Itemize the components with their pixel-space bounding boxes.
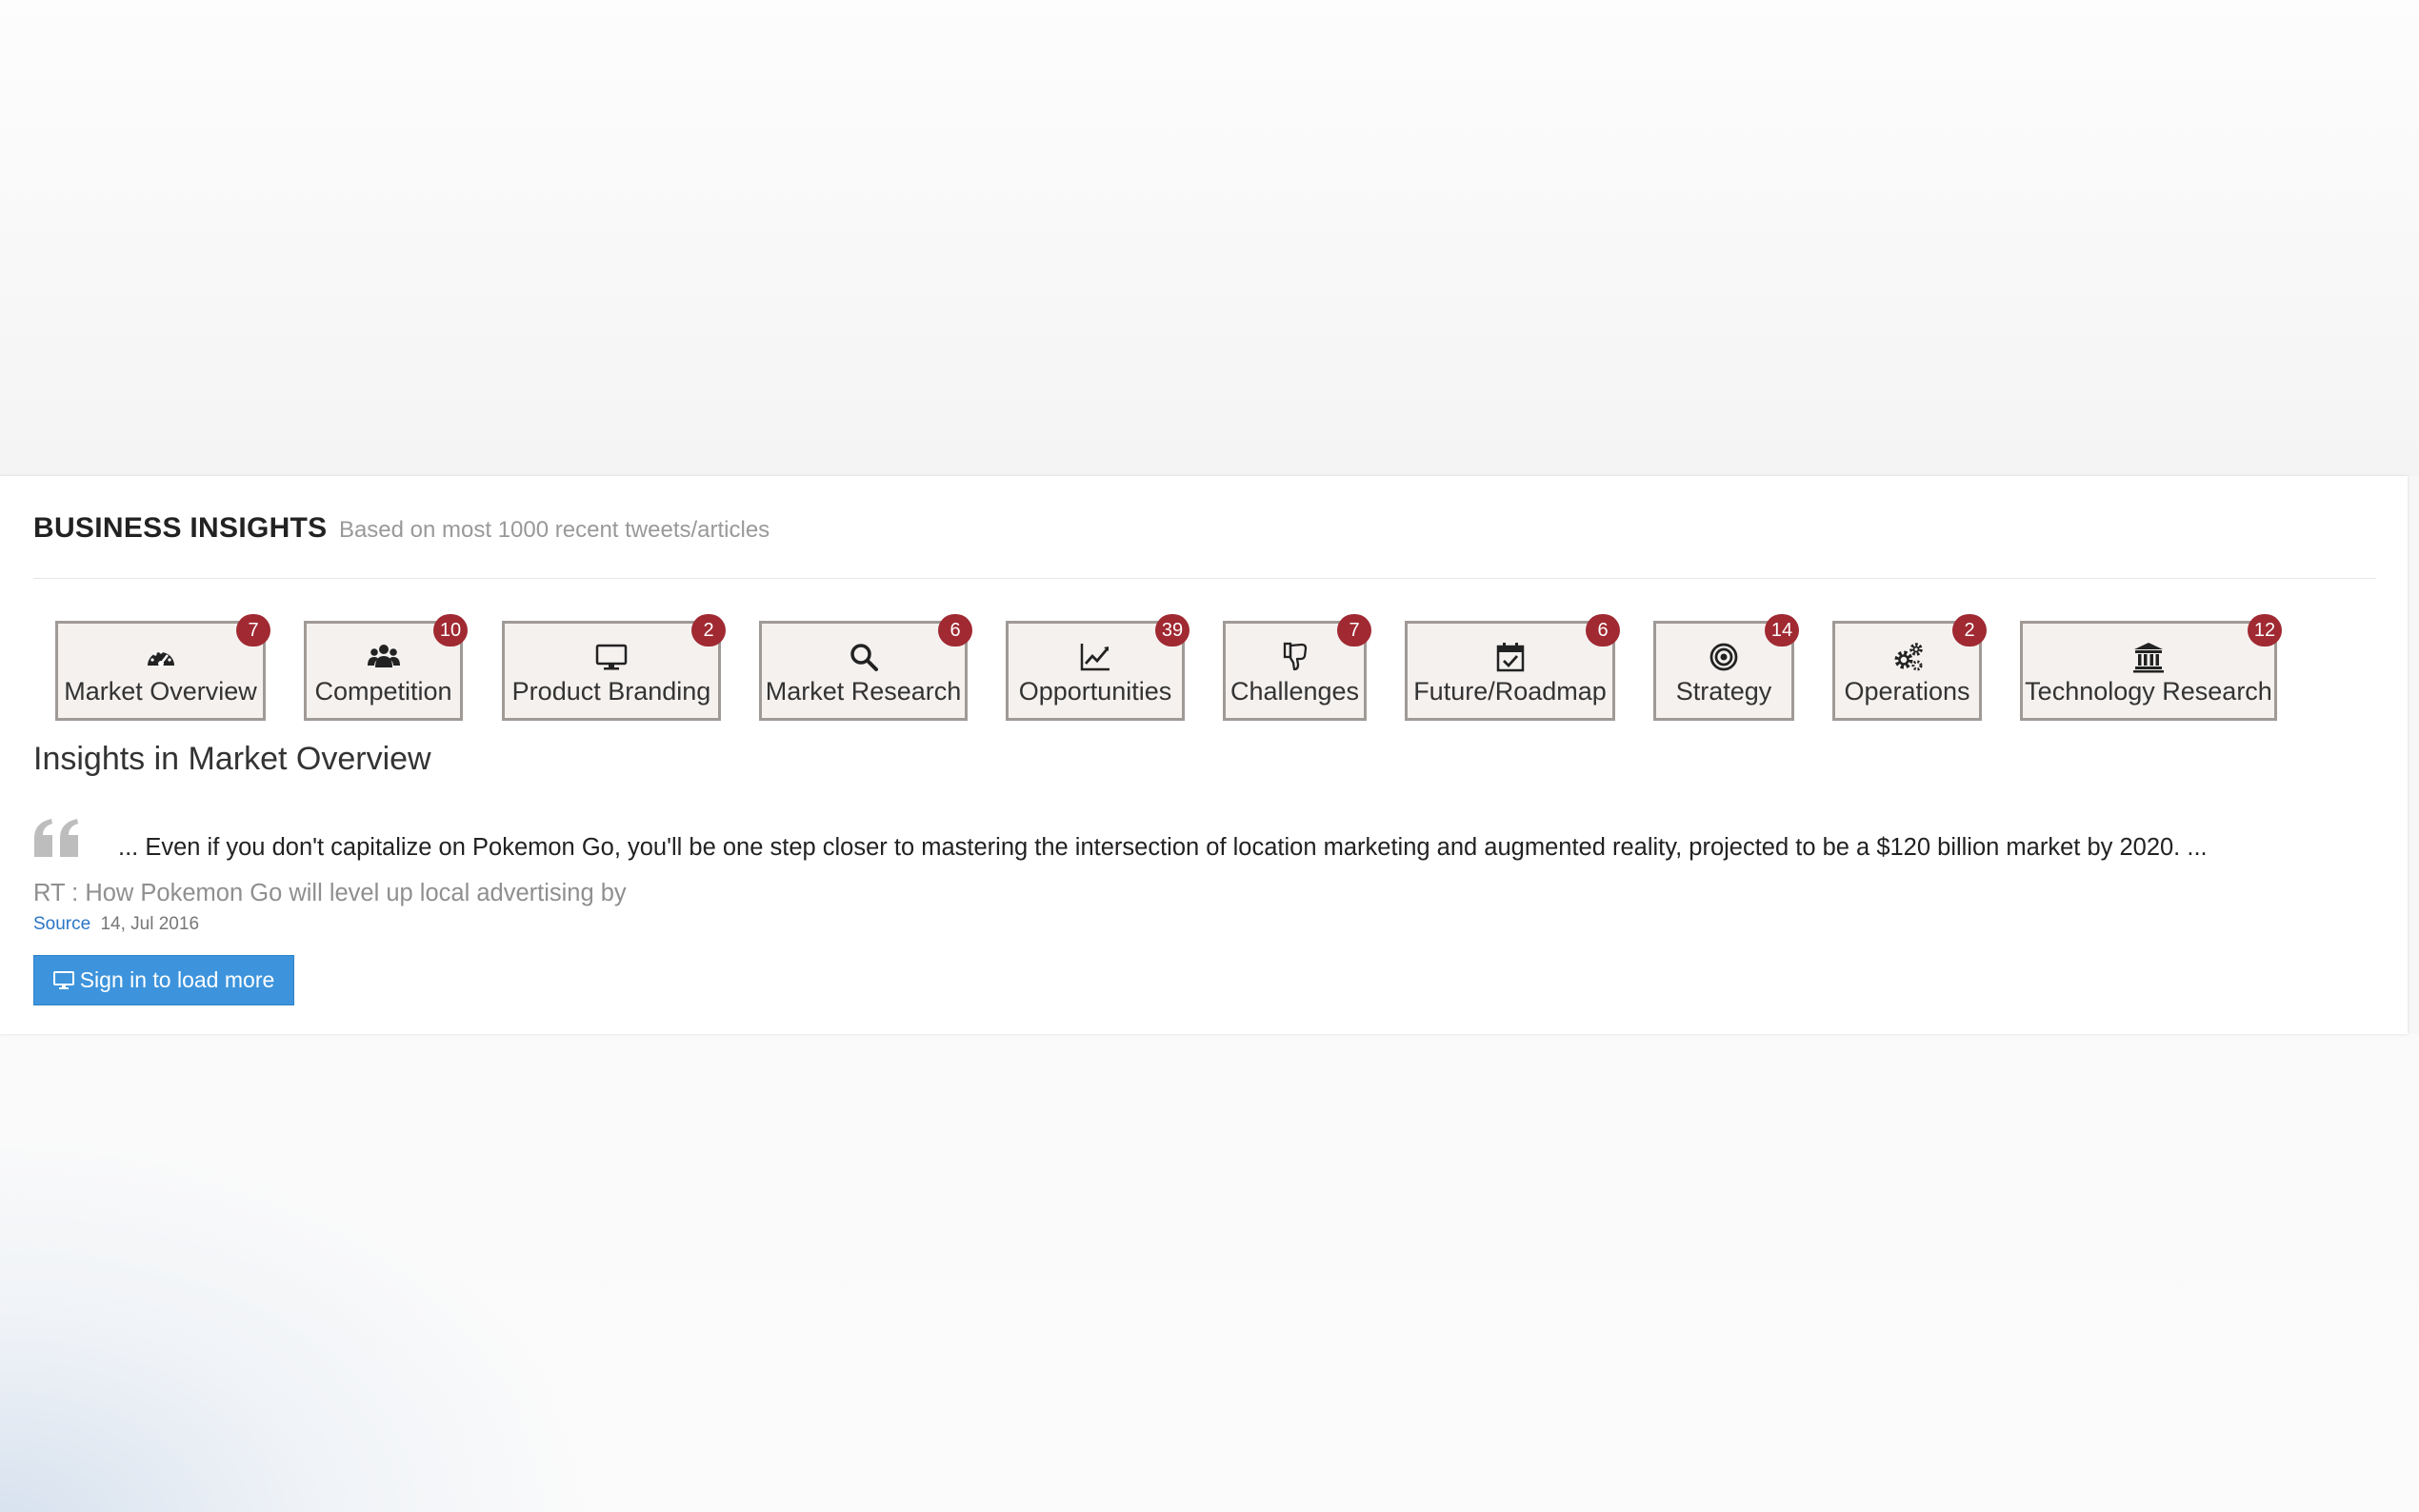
section-title: Insights in Market Overview <box>33 741 431 777</box>
desktop-icon <box>505 641 718 673</box>
category-opportunities[interactable]: Opportunities 39 <box>1006 614 1190 721</box>
source-link[interactable]: Source <box>33 914 90 934</box>
cogs-icon <box>1835 641 1979 673</box>
sign-in-label: Sign in to load more <box>79 967 275 992</box>
panel-title: BUSINESS INSIGHTS <box>33 512 328 544</box>
institution-icon <box>2023 641 2274 673</box>
bullseye-icon <box>1656 641 1791 673</box>
category-label: Market Research <box>765 677 962 706</box>
header-divider <box>33 578 2376 579</box>
search-icon <box>762 641 965 673</box>
category-challenges[interactable]: Challenges 7 <box>1223 614 1371 721</box>
thumbs-down-icon <box>1226 641 1364 673</box>
category-label: Future/Roadmap <box>1413 677 1607 706</box>
insight-retweet-title: RT : How Pokemon Go will level up local … <box>33 880 627 906</box>
category-label: Competition <box>314 677 452 706</box>
count-badge: 14 <box>1765 614 1799 647</box>
count-badge: 2 <box>1952 614 1987 647</box>
category-label: Challenges <box>1229 677 1360 706</box>
sign-in-to-load-more-button[interactable]: Sign in to load more <box>33 955 294 1005</box>
insight-source-line: Source 14, Jul 2016 <box>33 914 199 935</box>
count-badge: 10 <box>433 614 468 647</box>
category-market-research[interactable]: Market Research 6 <box>759 614 972 721</box>
panel-subtitle: Based on most 1000 recent tweets/article… <box>338 517 770 543</box>
count-badge: 12 <box>2248 614 2282 647</box>
category-market-overview[interactable]: Market Overview 7 <box>55 614 270 721</box>
dashboard-icon <box>58 641 263 673</box>
category-future-roadmap[interactable]: Future/Roadmap 6 <box>1405 614 1620 721</box>
category-label: Opportunities <box>1018 677 1172 706</box>
insight-date: 14, Jul 2016 <box>100 914 200 934</box>
count-badge: 6 <box>1586 614 1620 647</box>
count-badge: 39 <box>1155 614 1190 647</box>
category-competition[interactable]: Competition 10 <box>304 614 468 721</box>
business-insights-panel: BUSINESS INSIGHTS Based on most 1000 rec… <box>0 476 2408 1034</box>
background-top <box>0 0 2419 476</box>
count-badge: 7 <box>1337 614 1371 647</box>
line-chart-icon <box>1009 641 1182 673</box>
count-badge: 6 <box>938 614 972 647</box>
category-label: Operations <box>1844 677 1970 706</box>
category-label: Product Branding <box>511 677 711 706</box>
category-operations[interactable]: Operations 2 <box>1832 614 1987 721</box>
count-badge: 2 <box>691 614 726 647</box>
background-bottom <box>0 1034 2419 1512</box>
users-icon <box>307 641 460 673</box>
count-badge: 7 <box>236 614 270 647</box>
panel-header: BUSINESS INSIGHTS Based on most 1000 rec… <box>33 512 770 545</box>
desktop-icon <box>52 970 74 989</box>
insight-quote: ... Even if you don't capitalize on Poke… <box>118 834 2208 861</box>
calendar-check-icon <box>1408 641 1612 673</box>
category-label: Market Overview <box>64 677 257 706</box>
category-technology-research[interactable]: Technology Research 12 <box>2020 614 2282 721</box>
category-label: Technology Research <box>2025 677 2272 706</box>
category-product-branding[interactable]: Product Branding 2 <box>502 614 726 721</box>
category-label: Strategy <box>1675 677 1772 706</box>
category-strategy[interactable]: Strategy 14 <box>1653 614 1799 721</box>
quote-icon <box>32 819 82 857</box>
